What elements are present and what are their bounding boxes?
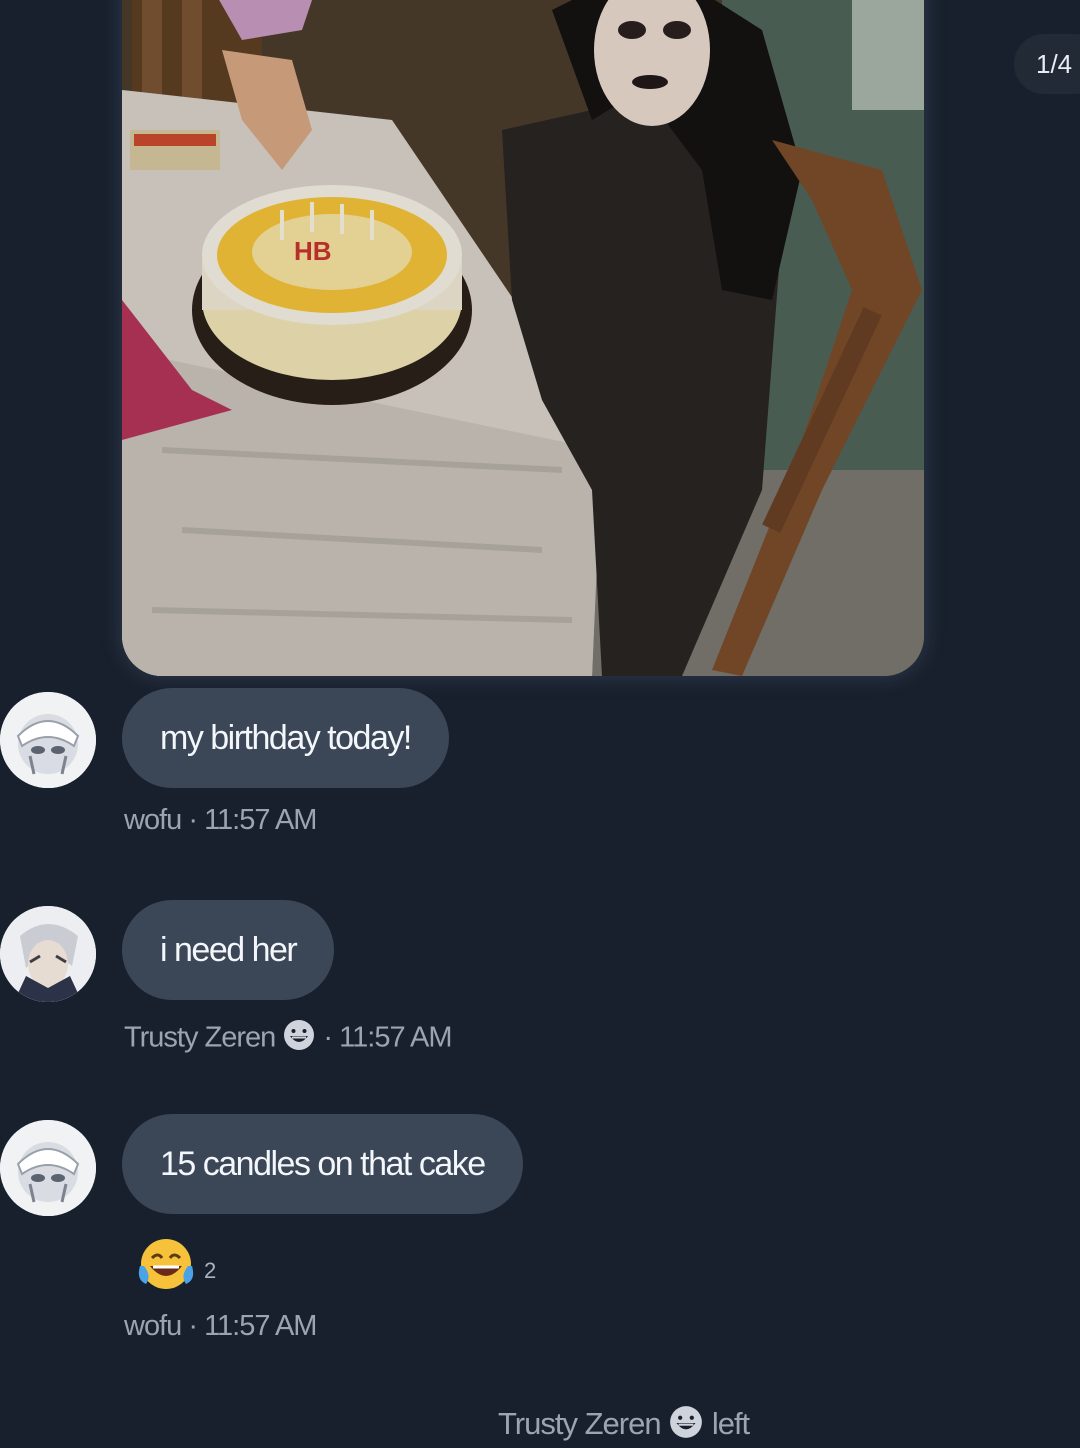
message-time: 11:57 AM — [204, 1310, 317, 1342]
message-text: i need her — [160, 931, 298, 969]
message-time: 11:57 AM — [339, 1021, 452, 1054]
reaction-chip[interactable]: 2 — [136, 1236, 216, 1292]
message-bubble[interactable]: 15 candles on that cake — [122, 1114, 523, 1214]
message-author[interactable]: wofu — [124, 1310, 182, 1342]
message-meta: wofu · 11:57 AM — [124, 804, 317, 837]
system-message-action: left — [711, 1406, 750, 1442]
reaction-count: 2 — [204, 1258, 217, 1283]
meta-separator: · — [188, 1310, 198, 1342]
system-message-user[interactable]: Trusty Zeren — [498, 1406, 662, 1441]
user-avatar-wofu-icon — [0, 692, 96, 788]
avatar-wofu[interactable] — [0, 1120, 96, 1216]
user-avatar-wofu-icon — [0, 1120, 96, 1216]
message-time: 11:57 AM — [204, 804, 317, 836]
user-avatar-trusty-zeren-icon — [0, 906, 96, 1002]
message-meta: Trusty Zeren · 11:57 AM — [124, 1018, 453, 1060]
message-meta: wofu · 11:57 AM — [124, 1310, 317, 1343]
system-message: Trusty Zeren left — [498, 1404, 750, 1448]
message-bubble[interactable]: my birthday today! — [122, 688, 449, 788]
avatar-wofu[interactable] — [0, 692, 96, 788]
meta-separator: · — [323, 1021, 333, 1054]
photo-attachment[interactable]: HB — [122, 0, 924, 676]
message-author[interactable]: Trusty Zeren — [124, 1022, 276, 1054]
grinning-face-icon — [668, 1404, 704, 1448]
avatar-trusty-zeren[interactable] — [0, 906, 96, 1002]
message-text: my birthday today! — [160, 719, 412, 757]
grinning-face-icon — [282, 1018, 316, 1060]
meta-separator: · — [188, 804, 198, 836]
message-bubble[interactable]: i need her — [122, 900, 335, 1000]
message-text: 15 candles on that cake — [160, 1145, 486, 1183]
tears-of-joy-icon — [136, 1236, 196, 1297]
page-counter-label: 1/4 — [1036, 49, 1073, 79]
page-counter: 1/4 — [1014, 34, 1080, 94]
message-author[interactable]: wofu — [124, 804, 182, 836]
photo-image: HB — [122, 0, 924, 676]
